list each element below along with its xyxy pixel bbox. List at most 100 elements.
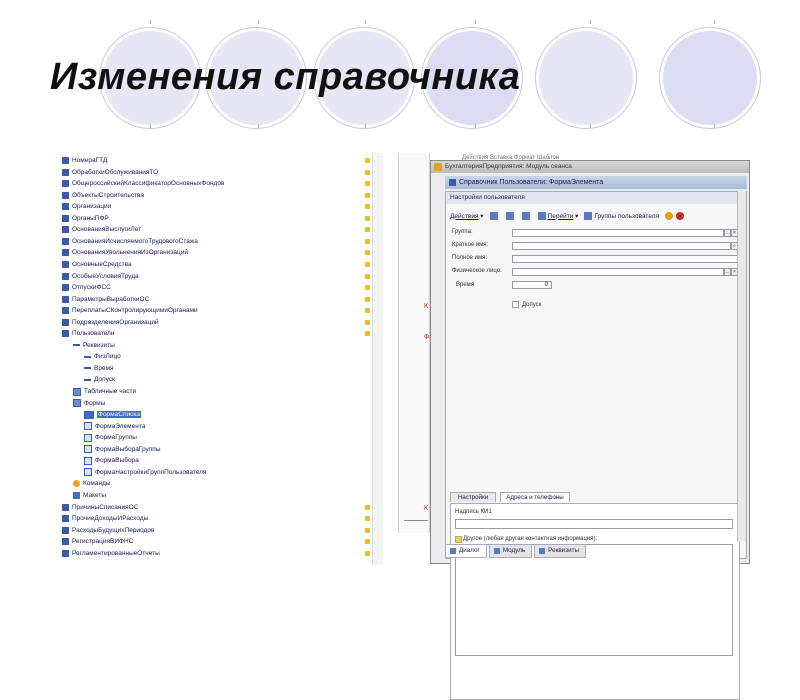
tree-item[interactable]: Формы	[73, 398, 105, 409]
table-icon	[62, 526, 69, 534]
tree-item[interactable]: РегламентированныеОтчеты	[62, 548, 160, 559]
ki-input[interactable]	[455, 519, 733, 529]
copy-icon	[489, 212, 498, 220]
short-name-input[interactable]	[512, 242, 731, 250]
table-icon	[62, 549, 69, 557]
group-input[interactable]	[512, 229, 724, 237]
tree-item[interactable]: Время	[84, 363, 114, 374]
user-groups-button[interactable]: Группы пользователя	[584, 212, 659, 220]
tree-item[interactable]: ОрганыПФР	[62, 213, 109, 224]
attribute-dash-icon	[84, 355, 91, 358]
tree-item-label: Допуск	[94, 376, 115, 384]
full-name-input[interactable]	[512, 255, 738, 263]
tree-item[interactable]: ФормаВыбора	[84, 455, 139, 466]
tree-item[interactable]: ОбщероссийскийКлассификаторОсновныхФондо…	[62, 178, 224, 189]
tree-item[interactable]: ПодразделенияОрганизаций	[62, 317, 159, 328]
person-input[interactable]	[512, 268, 724, 276]
group-label: Группа:	[452, 229, 473, 235]
tree-item[interactable]: ОснованияУвольненияИзОрганизаций	[62, 247, 188, 258]
tree-item-label: ФизЛицо	[94, 353, 121, 361]
goto-label: Перейти	[547, 212, 574, 220]
tab-dialog[interactable]: Диалог	[445, 544, 487, 558]
designer-bottom-tabs: Диалог Модуль Реквизиты	[445, 544, 588, 558]
form-icon	[84, 456, 92, 465]
support-status-icon	[365, 308, 370, 314]
tree-item[interactable]: ФормаВыбораГруппы	[84, 444, 161, 455]
form-designer-window: БухгалтерияПредприятия: Модуль сеанса Сп…	[430, 160, 750, 700]
form-icon	[84, 422, 92, 431]
tree-item[interactable]: ФизЛицо	[84, 351, 121, 362]
tree-item[interactable]: Организации	[62, 201, 111, 212]
tree-item[interactable]: ОснованияВыслугиЛет	[62, 224, 141, 235]
support-status-icon	[365, 550, 370, 556]
tree-item[interactable]: НомераГТД	[62, 155, 107, 166]
person-select-button[interactable]: …	[724, 268, 731, 276]
group-select-button[interactable]: …	[724, 229, 731, 237]
tree-item[interactable]: ОсобыеУсловияТруда	[62, 271, 139, 282]
tab-module[interactable]: Модуль	[488, 544, 533, 558]
support-status-icon	[365, 238, 370, 244]
tree-item[interactable]: Реквизиты	[73, 340, 115, 351]
tree-item[interactable]: ПрочиеДоходыИРасходы	[62, 513, 148, 524]
time-label: Время	[456, 282, 475, 288]
tree-item[interactable]: ОснованияИсчисляемогоТрудовогоСтажа	[62, 236, 198, 247]
table-icon	[62, 295, 69, 303]
tree-item[interactable]: ОбработкиОбслуживанияТО	[62, 167, 158, 178]
tree-item[interactable]: ОбъектыСтроительства	[62, 190, 144, 201]
tree-item[interactable]: ОтпускиФСС	[62, 282, 111, 293]
tree-item[interactable]: РасходыБудущихПериодов	[62, 525, 154, 536]
time-input[interactable]: 0	[512, 281, 552, 289]
tree-scrollbar[interactable]	[372, 153, 383, 565]
tree-item[interactable]: ФормаСписка	[84, 409, 141, 420]
table-icon	[62, 260, 69, 268]
decor-circle	[660, 28, 760, 128]
other-contact-textarea[interactable]	[455, 544, 733, 656]
tree-item[interactable]: ФормаГруппы	[84, 432, 137, 443]
tree-item[interactable]: ФормаЭлемента	[84, 421, 145, 432]
attributes-icon	[73, 344, 80, 347]
tree-item-label: ОсобыеУсловияТруда	[72, 272, 139, 280]
save-button[interactable]	[505, 212, 516, 220]
tree-item-label: Организации	[72, 203, 112, 211]
table-icon	[62, 191, 69, 199]
app-icon	[434, 163, 442, 171]
window-scrollbar[interactable]	[737, 191, 746, 541]
tree-item[interactable]: РегистрацияВИФНС	[62, 536, 133, 547]
tree-item[interactable]: Табличные части	[73, 386, 136, 397]
table-icon	[62, 157, 69, 164]
print-button[interactable]	[521, 212, 532, 220]
table-icon	[62, 284, 69, 292]
tree-item-label: ФормаНастройкиГруппПользователя	[95, 468, 207, 476]
form-title: Справочник Пользователи: ФормаЭлемента	[459, 179, 604, 186]
tree-item[interactable]: ФормаНастройкиГруппПользователя	[84, 467, 206, 478]
help-icon[interactable]	[665, 212, 674, 220]
decor-tick	[590, 20, 591, 24]
copy-button[interactable]	[489, 212, 500, 220]
tree-item[interactable]: ПереплатыСКонтролирующимиОрганами	[62, 305, 198, 316]
tab-addresses[interactable]: Адреса и телефоны	[500, 492, 570, 502]
tree-item[interactable]: ПараметрыВыработкиОС	[62, 294, 149, 305]
tree-item[interactable]: Команды	[73, 478, 111, 489]
support-status-icon	[365, 158, 370, 163]
decor-tick	[258, 20, 259, 24]
tree-item[interactable]: Допуск	[84, 374, 115, 385]
table-icon	[62, 226, 69, 234]
tab-attributes[interactable]: Реквизиты	[534, 544, 587, 558]
dialog-icon	[450, 548, 456, 554]
tree-item[interactable]: Макеты	[73, 490, 106, 501]
tree-item[interactable]: ПричиныСписанияОС	[62, 502, 138, 513]
attribute-dash-icon	[84, 378, 91, 381]
support-status-icon	[365, 296, 370, 302]
close-icon[interactable]	[676, 212, 685, 220]
configuration-tree[interactable]: НомераГТД ОбработкиОбслуживанияТО Общеросс…	[58, 153, 382, 565]
support-status-icon	[365, 215, 370, 221]
addresses-pane: Надпись КИ1 Другое (любая другая контакт…	[450, 503, 740, 700]
tree-item[interactable]: Пользователи	[62, 328, 114, 339]
table-icon	[62, 330, 69, 338]
access-checkbox[interactable]	[512, 301, 519, 308]
tab-settings[interactable]: Настройки	[450, 492, 496, 502]
goto-menu[interactable]: Перейти ▾	[537, 212, 578, 220]
actions-menu[interactable]: Действия ▾	[450, 212, 484, 221]
tree-item[interactable]: ОсновныеСредства	[62, 259, 132, 270]
user-groups-label: Группы пользователя	[594, 212, 660, 220]
